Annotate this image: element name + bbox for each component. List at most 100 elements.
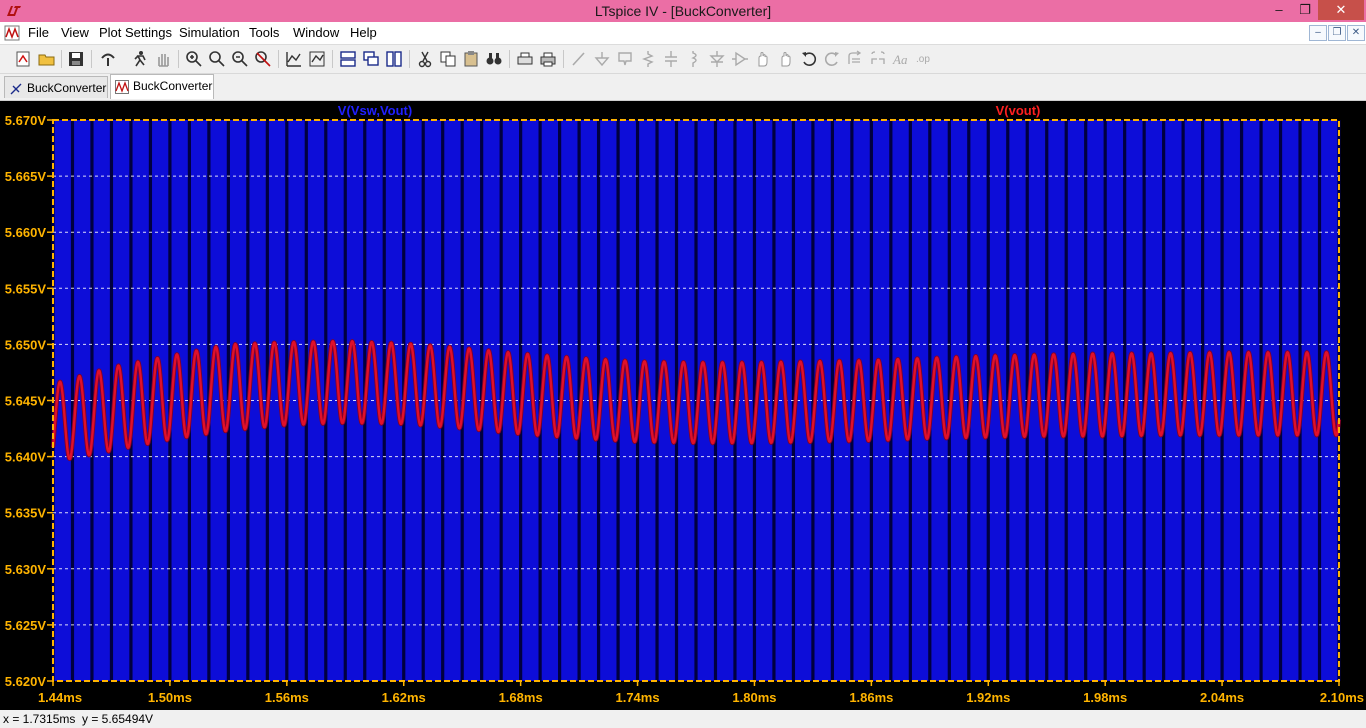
move-icon[interactable] [754,50,772,68]
toolbar-separator [409,50,410,68]
component-icon[interactable] [731,50,749,68]
menu-file[interactable]: File [28,25,49,40]
cursor-y-readout: y = 5.65494V [82,712,154,726]
mdi-minimize-button[interactable]: – [1309,25,1327,41]
run-icon[interactable] [131,50,149,68]
label-icon[interactable] [616,50,634,68]
y-tick-label: 5.670V [5,113,47,128]
control-panel-icon[interactable] [99,50,117,68]
y-tick-label: 5.640V [5,450,47,465]
autorange-icon[interactable] [285,50,303,68]
spice-directive-icon[interactable]: .op [915,50,933,68]
menu-tools[interactable]: Tools [249,25,279,40]
toolbar-separator [332,50,333,68]
y-tick-label: 5.665V [5,169,47,184]
svg-text:Aa: Aa [892,52,908,67]
x-tick-label: 1.50ms [148,690,192,705]
y-tick-label: 5.655V [5,281,47,296]
menu-plot-settings[interactable]: Plot Settings [99,25,172,40]
zoom-in-icon[interactable] [185,50,203,68]
window-title: LTspice IV - [BuckConverter] [594,3,772,19]
x-tick-label: 1.56ms [265,690,309,705]
menu-view[interactable]: View [61,25,89,40]
print-icon[interactable] [539,50,557,68]
waveform-doc-icon[interactable] [4,25,20,41]
x-tick-label: 1.86ms [849,690,893,705]
x-tick-label: 1.44ms [38,690,82,705]
tab-schematic[interactable]: BuckConverter [4,76,108,98]
x-tick-label: 1.98ms [1083,690,1127,705]
redo-icon[interactable] [823,50,841,68]
inductor-icon[interactable] [685,50,703,68]
x-tick-label: 1.68ms [499,690,543,705]
toolbar-separator [563,50,564,68]
x-tick-label: 1.92ms [966,690,1010,705]
paste-icon[interactable] [462,50,480,68]
capacitor-icon[interactable] [662,50,680,68]
close-button[interactable]: ✕ [1318,0,1364,20]
print-preview-icon[interactable] [516,50,534,68]
y-tick-label: 5.650V [5,337,47,352]
waveform-chart[interactable]: 5.670V 5.665V 5.660V 5.655V 5.650V 5.645V 5.64… [0,101,1366,710]
mirror-icon[interactable] [869,50,887,68]
x-tick-label: 2.04ms [1200,690,1244,705]
title-bar: LTspice IV - [BuckConverter] – ❐ ✕ [0,0,1366,22]
y-tick-label: 5.660V [5,225,47,240]
x-tick-label: 2.10ms [1320,690,1364,705]
diode-icon[interactable] [708,50,726,68]
rotate-icon[interactable] [846,50,864,68]
y-tick-label: 5.645V [5,394,47,409]
menu-window[interactable]: Window [293,25,339,40]
toolbar-separator [61,50,62,68]
waveform-icon [115,79,129,94]
svg-text:.op: .op [916,54,930,65]
y-tick-label: 5.620V [5,674,47,689]
resistor-icon[interactable] [639,50,657,68]
open-icon[interactable] [38,50,56,68]
y-tick-label: 5.635V [5,506,47,521]
toolbar-separator [91,50,92,68]
toolbar-separator [509,50,510,68]
wire-icon[interactable] [570,50,588,68]
document-tabs: BuckConverter BuckConverter [0,74,1366,101]
toolbar-separator [278,50,279,68]
halt-icon[interactable] [154,50,172,68]
maximize-button[interactable]: ❐ [1292,0,1318,20]
menu-bar: File View Plot Settings Simulation Tools… [0,22,1366,45]
toolbar: Aa .op [0,45,1366,74]
zoom-out-icon[interactable] [208,50,226,68]
tile-horizontal-icon[interactable] [339,50,357,68]
cursor-x-readout: x = 1.7315ms [3,712,76,726]
tab-waveform-label: BuckConverter [133,79,213,93]
zoom-fit-icon[interactable] [231,50,249,68]
drag-icon[interactable] [777,50,795,68]
schematic-icon [9,81,23,95]
minimize-button[interactable]: – [1266,0,1292,20]
cascade-icon[interactable] [362,50,380,68]
zoom-cancel-icon[interactable] [254,50,272,68]
find-icon[interactable] [485,50,503,68]
x-tick-label: 1.80ms [732,690,776,705]
pick-visible-traces-icon[interactable] [308,50,326,68]
tab-waveform[interactable]: BuckConverter [110,74,214,99]
y-tick-label: 5.625V [5,618,47,633]
x-tick-label: 1.74ms [615,690,659,705]
text-icon[interactable]: Aa [892,50,910,68]
y-tick-label: 5.630V [5,562,47,577]
mdi-restore-button[interactable]: ❐ [1328,25,1346,41]
waveform-plot[interactable]: 5.670V 5.665V 5.660V 5.655V 5.650V 5.645V 5.64… [0,101,1366,710]
tile-vertical-icon[interactable] [385,50,403,68]
tab-schematic-label: BuckConverter [27,81,107,95]
trace-label-vsw[interactable]: V(Vsw,Vout) [338,103,412,118]
mdi-close-button[interactable]: ✕ [1347,25,1365,41]
trace-label-vout[interactable]: V(vout) [996,103,1041,118]
toolbar-separator [178,50,179,68]
new-schematic-icon[interactable] [14,50,32,68]
ground-icon[interactable] [593,50,611,68]
copy-icon[interactable] [439,50,457,68]
menu-simulation[interactable]: Simulation [179,25,240,40]
undo-icon[interactable] [800,50,818,68]
menu-help[interactable]: Help [350,25,377,40]
save-icon[interactable] [67,50,85,68]
cut-icon[interactable] [416,50,434,68]
